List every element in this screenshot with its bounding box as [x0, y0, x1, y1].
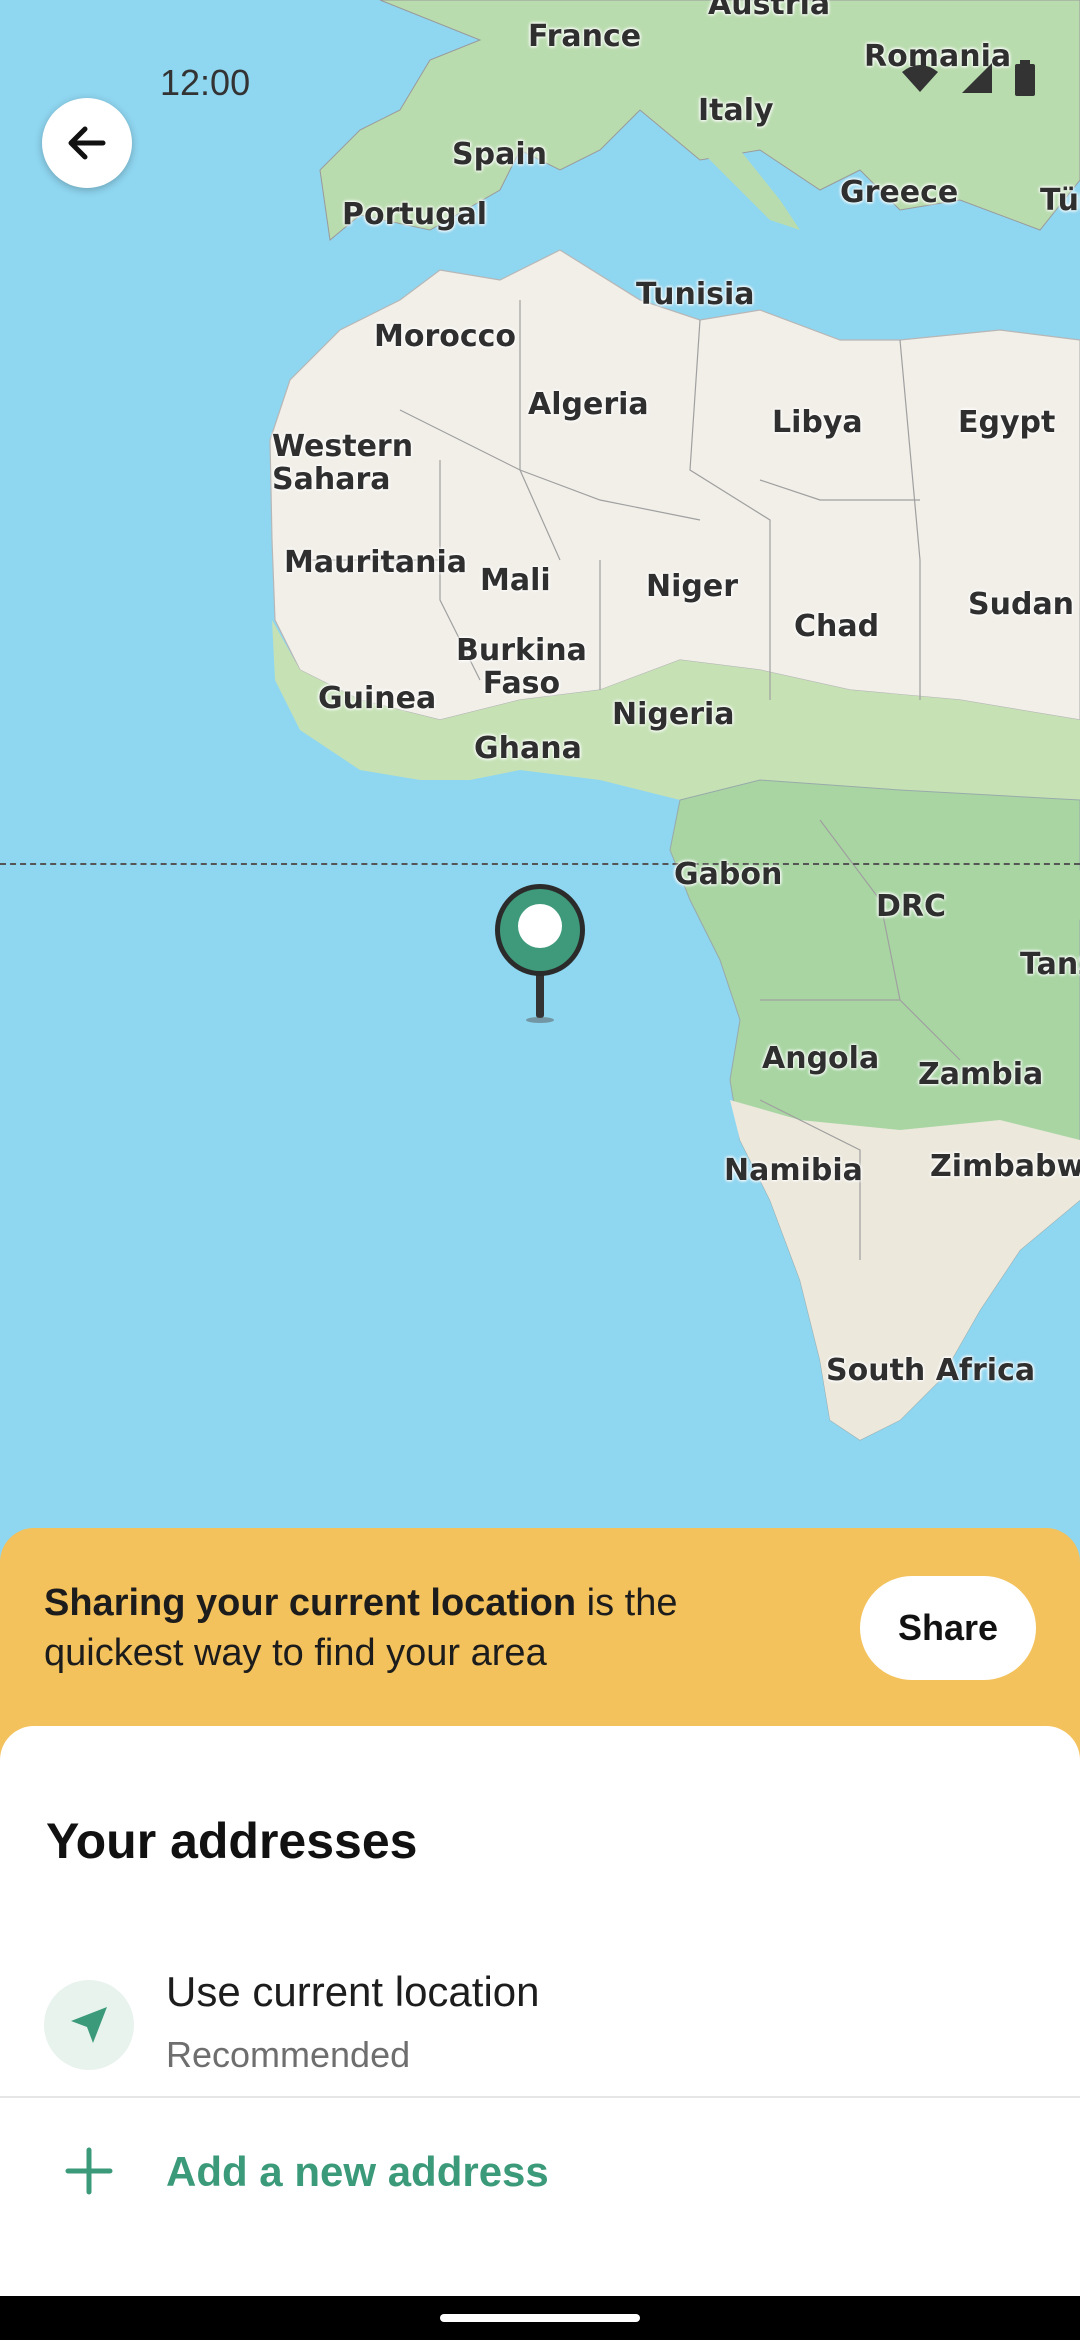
map-label-tanzania: Tanz: [1020, 947, 1080, 982]
share-button[interactable]: Share: [860, 1576, 1036, 1680]
map-label-mauritania: Mauritania: [284, 545, 468, 580]
map-label-angola: Angola: [762, 1041, 880, 1076]
status-time: 12:00: [160, 62, 251, 103]
map-label-ghana: Ghana: [474, 731, 582, 766]
map-label-libya: Libya: [772, 405, 863, 440]
equator-line: [0, 863, 1080, 865]
status-icons: [900, 60, 1036, 96]
system-nav-bar: [0, 2296, 1080, 2340]
banner-text: Sharing your current location is the qui…: [44, 1578, 764, 1678]
map-land: [269, 0, 1080, 1441]
map-label-tunisia: Tunisia: [636, 277, 755, 312]
home-gesture-handle[interactable]: [440, 2314, 640, 2322]
map-label-south-africa: South Africa: [826, 1353, 1036, 1388]
wifi-icon: [902, 65, 938, 92]
map-label-zambia: Zambia: [918, 1057, 1044, 1092]
map-label-austria: Austria: [708, 0, 831, 22]
map-label-chad: Chad: [794, 609, 880, 644]
cellular-signal-icon: [962, 63, 992, 93]
map-label-greece: Greece: [840, 175, 959, 210]
addresses-sheet: Your addresses Use current location Reco…: [0, 1726, 1080, 2296]
map-label-drc: DRC: [876, 889, 947, 924]
use-current-location-row[interactable]: Use current location Recommended: [0, 1946, 1080, 2096]
map-label-burkina-faso: Burkina Faso: [456, 633, 587, 701]
battery-icon: [1015, 60, 1035, 96]
map-label-zimbabwe: Zimbabwe: [930, 1149, 1080, 1184]
addresses-title: Your addresses: [46, 1813, 418, 1869]
map-label-egypt: Egypt: [958, 405, 1056, 440]
map-label-turkey: Tür: [1040, 183, 1080, 218]
map-label-niger: Niger: [646, 569, 739, 604]
map-label-algeria: Algeria: [528, 387, 649, 422]
map-label-sudan: Sudan: [968, 587, 1075, 622]
map-label-guinea: Guinea: [318, 681, 437, 716]
map-label-spain: Spain: [452, 137, 547, 172]
map-label-france: France: [528, 19, 642, 54]
recommended-label: Recommended: [166, 2034, 411, 2075]
map-label-italy: Italy: [698, 93, 774, 128]
map-label-gabon: Gabon: [674, 857, 783, 892]
map-label-mali: Mali: [480, 563, 551, 598]
map-label-namibia: Namibia: [724, 1153, 863, 1188]
location-arrow-icon: [44, 1980, 134, 2070]
arrow-left-icon: [68, 126, 106, 160]
add-new-address-row[interactable]: Add a new address: [0, 2098, 1080, 2248]
map-label-morocco: Morocco: [374, 319, 517, 354]
share-location-banner: Sharing your current location is the qui…: [0, 1528, 1080, 1758]
plus-icon: [65, 2147, 113, 2195]
map-label-nigeria: Nigeria: [612, 697, 735, 732]
map-label-portugal: Portugal: [342, 197, 488, 232]
map-view[interactable]: Austria France Romania Italy Spain Portu…: [0, 0, 1080, 1540]
use-current-location-label: Use current location: [166, 1968, 540, 2015]
banner-bold-text: Sharing your current location: [44, 1582, 577, 1624]
map-label-western-sahara: Western Sahara: [272, 429, 414, 497]
back-button[interactable]: [42, 98, 132, 188]
add-new-address-label: Add a new address: [166, 2148, 549, 2195]
